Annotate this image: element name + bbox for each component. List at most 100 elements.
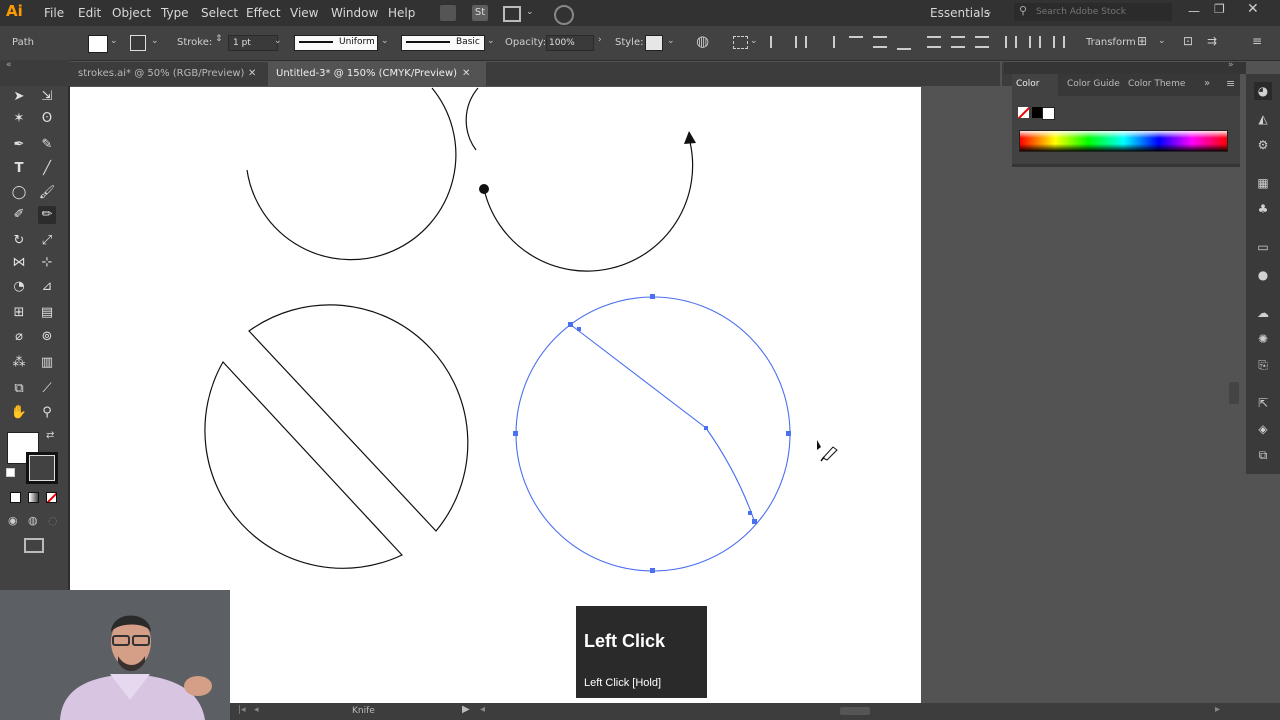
chevron-down-icon[interactable]: ⌄ — [151, 36, 159, 46]
export-icon[interactable]: ⇱ — [1254, 394, 1272, 412]
control-panel-menu-icon[interactable]: ≡ — [1252, 34, 1262, 48]
paintbrush-tool-icon[interactable]: 🖌 — [38, 184, 56, 202]
magic-wand-tool-icon[interactable]: ✶ — [10, 110, 28, 128]
transform-link[interactable]: Transform — [1086, 37, 1136, 48]
free-transform-tool-icon[interactable]: ⊹ — [38, 254, 56, 272]
bridge-icon[interactable] — [440, 5, 456, 21]
stroke-panel-icon[interactable]: ▭ — [1254, 238, 1272, 256]
stock-icon[interactable]: St — [472, 5, 488, 21]
symbol-sprayer-tool-icon[interactable]: ⁂ — [10, 354, 28, 372]
swap-fill-stroke-icon[interactable]: ⇄ — [46, 430, 54, 441]
layers-icon[interactable]: ◈ — [1254, 420, 1272, 438]
collapse-toolbar-icon[interactable]: « — [6, 60, 12, 70]
align-horizontal-center-icon[interactable] — [795, 36, 807, 48]
gpu-performance-icon[interactable] — [554, 5, 574, 25]
tab-untitled-3[interactable]: Untitled-3* @ 150% (CMYK/Preview) ✕ — [268, 62, 486, 86]
arrange-documents-icon[interactable] — [503, 6, 521, 22]
tab-color[interactable]: Color — [1012, 74, 1058, 96]
zoom-tool-icon[interactable]: ⚲ — [38, 404, 56, 422]
scroll-right-icon[interactable]: ▸ — [1215, 704, 1220, 715]
horizontal-scrollbar-thumb[interactable] — [840, 707, 870, 715]
chevron-down-icon[interactable]: ⌄ — [750, 36, 758, 46]
brush-definition[interactable]: Basic — [401, 35, 485, 51]
select-similar-icon[interactable]: ⇉ — [1207, 34, 1217, 48]
screen-mode-icon[interactable] — [24, 538, 44, 553]
stroke-color-box[interactable] — [26, 452, 58, 484]
menu-edit[interactable]: Edit — [78, 6, 101, 20]
artboard-tool-icon[interactable]: ⧉ — [10, 380, 28, 398]
arc-fragment-path[interactable] — [465, 87, 479, 151]
column-graph-tool-icon[interactable]: ▥ — [38, 354, 56, 372]
color-panel-icon[interactable]: ◕ — [1254, 82, 1272, 100]
width-tool-icon[interactable]: ⋈ — [10, 254, 28, 272]
chevron-right-icon[interactable]: › — [598, 35, 602, 45]
panel-resize-handle[interactable] — [1012, 164, 1240, 167]
isolate-object-icon[interactable]: ⊡ — [1183, 34, 1193, 48]
artboards-icon[interactable]: ⧉ — [1254, 446, 1272, 464]
color-guide-icon[interactable]: ◭ — [1254, 110, 1272, 128]
curvature-tool-icon[interactable]: ✎ — [38, 136, 56, 154]
scroll-left-icon[interactable]: ◂ — [480, 704, 485, 715]
knife-cut-path[interactable] — [570, 324, 756, 524]
menu-select[interactable]: Select — [201, 6, 238, 20]
white-swatch[interactable] — [1042, 107, 1055, 120]
draw-behind-icon[interactable]: ◍ — [28, 514, 38, 527]
menu-view[interactable]: View — [290, 6, 318, 20]
eyedropper-tool-icon[interactable]: ⌀ — [10, 328, 28, 346]
fill-swatch[interactable] — [88, 35, 108, 53]
line-tool-icon[interactable]: ╱ — [38, 160, 56, 178]
mesh-tool-icon[interactable]: ⊞ — [10, 304, 28, 322]
shaper-tool-icon[interactable]: ✐ — [10, 206, 28, 224]
restore-icon[interactable]: ❐ — [1214, 2, 1225, 16]
close-icon[interactable]: ✕ — [248, 62, 256, 86]
status-menu-icon[interactable]: ▶ — [462, 704, 470, 715]
menu-help[interactable]: Help — [388, 6, 415, 20]
stroke-swatch[interactable] — [130, 35, 146, 51]
gradient-mode-icon[interactable] — [28, 492, 39, 503]
swatches-icon[interactable]: ▦ — [1254, 174, 1272, 192]
close-icon[interactable]: ✕ — [1247, 1, 1259, 17]
lasso-tool-icon[interactable]: ʘ — [38, 110, 56, 128]
menu-effect[interactable]: Effect — [246, 6, 281, 20]
links-icon[interactable]: ⎘ — [1254, 356, 1272, 374]
menu-window[interactable]: Window — [331, 6, 378, 20]
first-artboard-icon[interactable]: |◂ — [238, 705, 246, 715]
properties-icon[interactable]: ✺ — [1254, 330, 1272, 348]
stroke-weight-field[interactable]: 1 pt — [228, 35, 278, 51]
chevron-down-icon[interactable]: ⌄ — [110, 36, 118, 46]
color-themes-icon[interactable]: ⚙ — [1254, 136, 1272, 154]
hand-tool-icon[interactable]: ✋ — [10, 404, 28, 422]
chevron-down-icon[interactable]: ⌄ — [526, 7, 534, 17]
open-arc-path-1[interactable] — [246, 87, 457, 261]
circle-half-upper-right[interactable] — [248, 304, 469, 532]
pencil-tool-icon[interactable]: ✏ — [38, 206, 56, 224]
menu-object[interactable]: Object — [112, 6, 151, 20]
color-mode-icon[interactable] — [10, 492, 21, 503]
stock-search-input[interactable] — [1034, 4, 1168, 20]
none-mode-icon[interactable] — [46, 492, 57, 503]
align-left-icon[interactable] — [770, 36, 786, 48]
type-tool-icon[interactable]: T — [10, 160, 28, 178]
draw-inside-icon[interactable]: ◌ — [48, 514, 58, 527]
transform-options-icon[interactable]: ⊞ — [1137, 34, 1147, 48]
selected-circle-path[interactable] — [515, 296, 791, 572]
blend-tool-icon[interactable]: ⊚ — [38, 328, 56, 346]
distribute-vertical-center-icon[interactable] — [951, 36, 965, 48]
direct-selection-tool-icon[interactable]: ⇲ — [38, 88, 56, 106]
more-tabs-icon[interactable]: » — [1204, 78, 1210, 89]
perspective-grid-tool-icon[interactable]: ⊿ — [38, 278, 56, 296]
ellipse-tool-icon[interactable]: ◯ — [10, 184, 28, 202]
rotate-tool-icon[interactable]: ↻ — [10, 232, 28, 250]
distribute-top-icon[interactable] — [927, 36, 941, 48]
shape-builder-tool-icon[interactable]: ◔ — [10, 278, 28, 296]
chevron-down-icon[interactable]: ⌄ — [985, 7, 993, 17]
distribute-horizontal-center-icon[interactable] — [1029, 36, 1041, 48]
color-spectrum[interactable] — [1019, 130, 1228, 152]
slice-tool-icon[interactable]: ⟋ — [38, 380, 56, 398]
align-bottom-icon[interactable] — [897, 36, 911, 50]
tab-color-theme[interactable]: Color Theme — [1128, 79, 1185, 89]
tab-strokes[interactable]: strokes.ai* @ 50% (RGB/Preview) ✕ — [70, 62, 274, 86]
selection-tool-icon[interactable]: ➤ — [10, 88, 28, 106]
appearance-icon[interactable]: ● — [1254, 266, 1272, 284]
close-icon[interactable]: ✕ — [462, 62, 470, 86]
